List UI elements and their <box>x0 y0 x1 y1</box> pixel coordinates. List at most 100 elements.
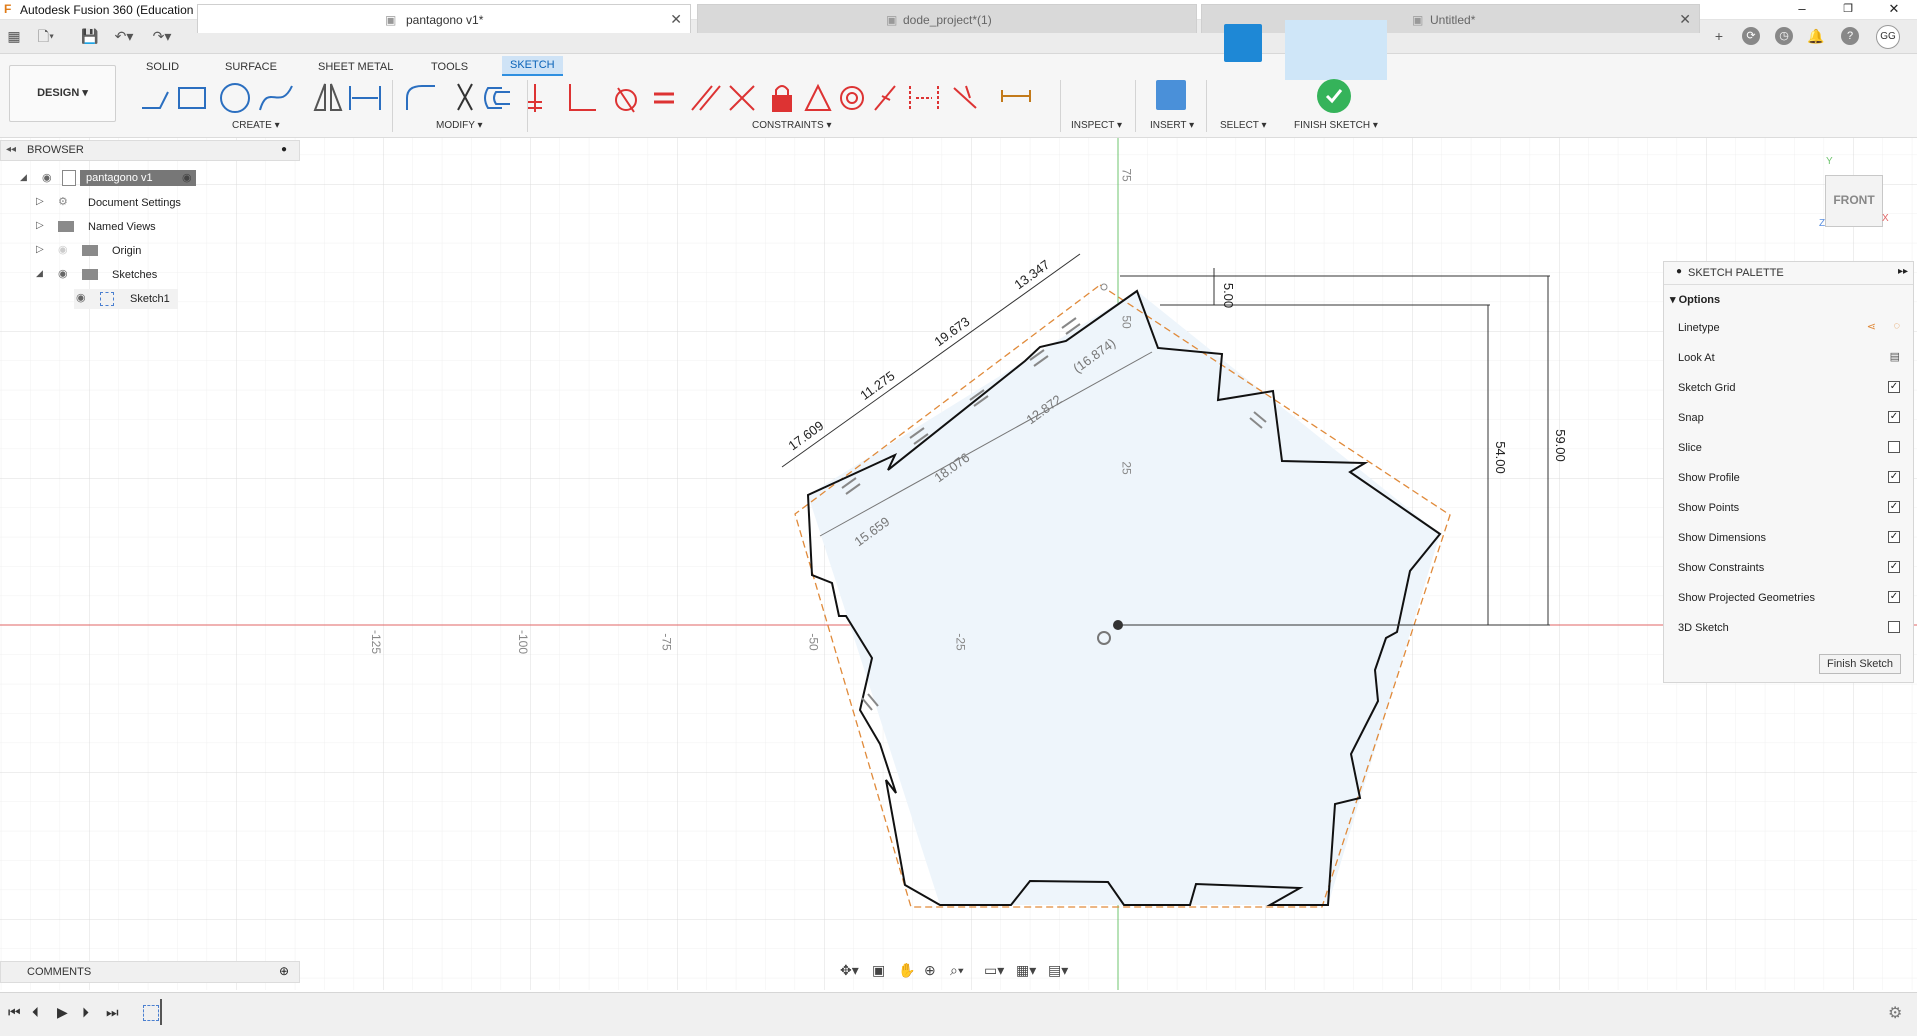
insert-image-icon[interactable] <box>1156 80 1186 110</box>
tab-sketch[interactable]: SKETCH <box>502 56 563 76</box>
dimension-label[interactable]: 54.00 <box>1493 441 1508 474</box>
finish-sketch-menu[interactable]: FINISH SKETCH ▾ <box>1294 120 1378 131</box>
inspect-menu[interactable]: INSPECT ▾ <box>1071 120 1122 131</box>
tree-item-document-settings[interactable]: ▷ ⚙ Document Settings <box>36 193 216 213</box>
design-canvas[interactable]: -125 -100 -75 -50 -25 75 50 25 17.609 11… <box>0 138 1917 990</box>
insert-menu[interactable]: INSERT ▾ <box>1150 120 1194 131</box>
close-window-button[interactable]: ✕ <box>1871 0 1917 19</box>
expand-icon[interactable]: ◢ <box>36 268 43 279</box>
orbit-icon[interactable]: ✥▾ <box>840 962 859 979</box>
show-points-checkbox[interactable]: ✓ <box>1888 501 1900 513</box>
palette-header[interactable]: ● SKETCH PALETTE ▸▸ <box>1664 262 1913 285</box>
dimension-label[interactable]: 59.00 <box>1553 429 1568 462</box>
sketch-point[interactable] <box>1100 283 1108 291</box>
expand-palette-icon[interactable]: ▸▸ <box>1898 266 1908 277</box>
show-dimensions-checkbox[interactable]: ✓ <box>1888 531 1900 543</box>
expand-icon[interactable]: ◢ <box>20 172 27 183</box>
tab-sheet-metal[interactable]: SHEET METAL <box>310 58 401 76</box>
user-avatar[interactable]: GG <box>1876 25 1900 49</box>
show-projected-geometries-checkbox[interactable]: ✓ <box>1888 591 1900 603</box>
tab-pantagono[interactable]: ▣ pantagono v1* ✕ <box>197 4 691 33</box>
add-comment-icon[interactable]: ⊕ <box>279 964 289 978</box>
3d-sketch-checkbox[interactable] <box>1888 621 1900 633</box>
tab-dode-project[interactable]: ▣ dode_project*(1) <box>697 4 1197 33</box>
zoom-window-icon[interactable]: ⌕▾ <box>950 962 964 979</box>
visibility-eye-icon[interactable]: ◉ <box>42 171 52 184</box>
finish-sketch-button[interactable] <box>1317 79 1351 113</box>
option-label: 3D Sketch <box>1678 622 1729 634</box>
create-menu[interactable]: CREATE ▾ <box>232 120 280 131</box>
help-icon[interactable]: ? <box>1841 27 1859 45</box>
play-icon[interactable]: ▶ <box>57 1004 68 1021</box>
browser-options-icon[interactable]: ● <box>281 144 287 155</box>
palette-options-icon[interactable]: ● <box>1676 266 1682 277</box>
browser-root[interactable]: ◢ ◉ pantagono v1 ◉ <box>20 169 200 189</box>
sketch-timeline-feature-icon[interactable] <box>143 1005 159 1021</box>
visibility-eye-icon[interactable]: ◉ <box>58 243 68 256</box>
grid-settings-icon[interactable]: ▦▾ <box>1016 962 1036 979</box>
viewports-icon[interactable]: ▤▾ <box>1048 962 1068 979</box>
close-tab-icon[interactable]: ✕ <box>1679 11 1691 28</box>
extensions-icon[interactable]: ⟳ <box>1742 27 1760 45</box>
viewcube[interactable]: FRONT <box>1825 175 1883 227</box>
expand-icon[interactable]: ▷ <box>36 220 44 231</box>
pan-icon[interactable]: ✋ <box>898 962 915 979</box>
tab-solid[interactable]: SOLID <box>138 58 187 76</box>
notifications-icon[interactable]: 🔔 <box>1806 26 1826 46</box>
select-tool-button[interactable] <box>1224 24 1262 62</box>
expand-icon[interactable]: ▷ <box>36 244 44 255</box>
document-icon: ▣ <box>385 13 397 27</box>
undo-icon[interactable]: ↶▾ <box>114 26 134 46</box>
app-grid-icon[interactable]: ▦ <box>4 26 24 46</box>
zoom-icon[interactable]: ⊕ <box>924 962 936 979</box>
timeline-marker[interactable] <box>160 999 162 1025</box>
tab-tools[interactable]: TOOLS <box>423 58 476 76</box>
palette-finish-sketch-button[interactable]: Finish Sketch <box>1819 654 1901 674</box>
tab-untitled[interactable]: ▣ Untitled* ✕ <box>1201 4 1700 33</box>
look-at-nav-icon[interactable]: ▣ <box>872 962 885 979</box>
origin-point[interactable] <box>1113 620 1123 630</box>
tree-item-sketches[interactable]: ◢ ◉ Sketches <box>36 265 216 285</box>
new-tab-icon[interactable]: + <box>1709 26 1729 46</box>
go-to-start-icon[interactable]: ⏮ <box>8 1004 21 1021</box>
look-at-icon[interactable]: ▤ <box>1890 350 1900 363</box>
timeline-settings-gear-icon[interactable]: ⚙ <box>1888 1003 1902 1023</box>
constraints-menu[interactable]: CONSTRAINTS ▾ <box>752 120 831 131</box>
collapse-panel-icon[interactable]: ◂◂ <box>6 144 16 155</box>
construction-linetype-icon[interactable]: ⋖ <box>1867 320 1876 333</box>
centerline-linetype-icon[interactable]: ◌ <box>1893 320 1900 332</box>
workspace-switcher[interactable]: DESIGN ▾ <box>9 65 116 122</box>
sketch-grid-checkbox[interactable]: ✓ <box>1888 381 1900 393</box>
sketch-viewport[interactable] <box>0 138 1917 990</box>
tree-item-origin[interactable]: ▷ ◉ Origin <box>36 241 216 261</box>
snap-checkbox[interactable]: ✓ <box>1888 411 1900 423</box>
step-forward-icon[interactable]: ⏵ <box>82 1004 89 1021</box>
minimize-button[interactable]: – <box>1779 0 1825 19</box>
activate-component-icon[interactable]: ◉ <box>182 171 192 184</box>
browser-panel-header[interactable]: ◂◂ BROWSER ● <box>0 140 300 161</box>
file-menu-icon[interactable]: 🗋▾ <box>36 26 56 46</box>
visibility-eye-icon[interactable]: ◉ <box>76 291 86 304</box>
step-back-icon[interactable]: ⏴ <box>32 1004 39 1021</box>
visibility-eye-icon[interactable]: ◉ <box>58 267 68 280</box>
save-icon[interactable]: 💾 <box>80 26 100 46</box>
comments-panel-header[interactable]: COMMENTS ⊕ <box>0 961 300 983</box>
show-constraints-checkbox[interactable]: ✓ <box>1888 561 1900 573</box>
dimension-label[interactable]: 5.00 <box>1221 283 1236 308</box>
job-status-icon[interactable]: ◷ <box>1775 27 1793 45</box>
expand-icon[interactable]: ▷ <box>36 196 44 207</box>
slice-checkbox[interactable] <box>1888 441 1900 453</box>
options-section[interactable]: ▾ Options <box>1670 293 1720 306</box>
tree-item-sketch1[interactable]: ◉ Sketch1 <box>74 289 178 309</box>
modify-menu[interactable]: MODIFY ▾ <box>436 120 483 131</box>
close-tab-icon[interactable]: ✕ <box>670 11 682 28</box>
tree-item-named-views[interactable]: ▷ Named Views <box>36 217 216 237</box>
display-settings-icon[interactable]: ▭▾ <box>984 962 1004 979</box>
select-menu[interactable]: SELECT ▾ <box>1220 120 1267 131</box>
show-profile-checkbox[interactable]: ✓ <box>1888 471 1900 483</box>
restore-button[interactable]: ❐ <box>1825 0 1871 19</box>
redo-icon[interactable]: ↷▾ <box>152 26 172 46</box>
go-to-end-icon[interactable]: ⏭ <box>106 1004 119 1021</box>
divider <box>1060 80 1061 132</box>
tab-surface[interactable]: SURFACE <box>217 58 285 76</box>
